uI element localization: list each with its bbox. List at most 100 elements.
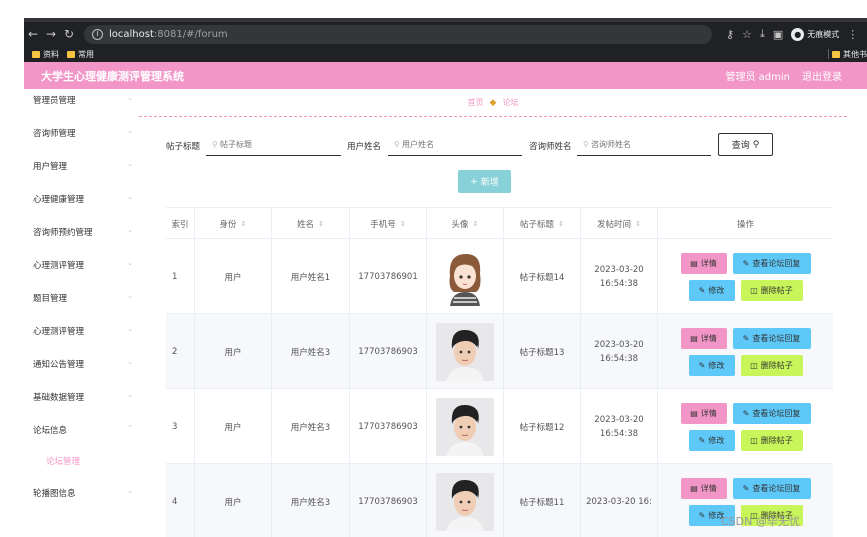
view-replies-button[interactable]: ✎ 查看论坛回复 [732, 477, 811, 499]
breadcrumb-home[interactable]: 首页 [468, 97, 484, 108]
avatar [436, 247, 494, 306]
sidebar-item-assessment[interactable]: 心理测评管理 ⌄ [33, 259, 133, 271]
sidebar-subitem-forum-manage[interactable]: 论坛管理 [46, 455, 80, 467]
reload-icon[interactable]: ↻ [60, 27, 78, 41]
search-form: 帖子标题 ⚲ 用户姓名 ⚲ 咨询师姓名 ⚲ 查询⚲ [166, 132, 846, 158]
browser-chrome: ← → ↻ i localhost:8081/#/forum ⚷ ☆ ⤓ ▣ ●… [24, 18, 867, 62]
column-header-phone[interactable]: 手机号 ⇕ [350, 208, 427, 240]
incognito-badge[interactable]: ● 无痕模式 [791, 27, 839, 41]
sidebar-item-appointment[interactable]: 咨询师预约管理 ⌄ [33, 226, 133, 238]
site-info-icon[interactable]: i [92, 28, 103, 40]
menu-icon[interactable]: ⋮ [847, 28, 858, 41]
sidebar-item-assessment-2[interactable]: 心理测评管理 ⌄ [33, 325, 133, 337]
reply-label: 查看论坛回复 [752, 258, 801, 268]
avatar [436, 472, 494, 531]
view-replies-button[interactable]: ✎ 查看论坛回复 [732, 402, 811, 424]
delete-button[interactable]: ◫ 删除帖子 [740, 354, 803, 376]
view-replies-button[interactable]: ✎ 查看论坛回复 [732, 252, 811, 274]
column-header-title[interactable]: 帖子标题 ⇕ [504, 208, 581, 240]
bookmark-label: 常用 [78, 49, 94, 59]
add-label: 新增 [480, 178, 499, 188]
sidebar-item-user[interactable]: 用户管理 ⌄ [33, 160, 133, 172]
column-header-actions: 操作 [658, 208, 833, 240]
detail-button[interactable]: ▤ 详情 [680, 402, 727, 424]
user-name-input[interactable] [388, 134, 522, 156]
browser-toolbar: ← → ↻ i localhost:8081/#/forum ⚷ ☆ ⤓ ▣ ●… [24, 22, 867, 46]
avatar [436, 322, 494, 381]
edit-button[interactable]: ✎ 修改 [688, 429, 735, 451]
edit-button[interactable]: ✎ 修改 [688, 279, 735, 301]
cell-title: 帖子标题13 [504, 314, 581, 389]
column-header-role[interactable]: 身份 ⇕ [195, 208, 272, 240]
bookmark-folder-2[interactable]: 常用 [67, 49, 94, 60]
cell-name: 用户姓名3 [272, 314, 350, 389]
folder-icon [832, 50, 840, 58]
logout-link[interactable]: 退出登录 [802, 68, 842, 83]
breadcrumb-current: 论坛 [502, 98, 519, 107]
cell-title: 帖子标题12 [504, 389, 581, 464]
edit-label: 修改 [708, 435, 725, 445]
sidebar-item-admin[interactable]: 管理员管理 ⌄ [33, 94, 133, 106]
column-header-time[interactable]: 发帖时间 ⇕ [581, 208, 658, 240]
edit-button[interactable]: ✎ 修改 [688, 354, 735, 376]
folder-icon [67, 50, 75, 58]
star-icon[interactable]: ☆ [742, 28, 752, 41]
sidebar-item-questions[interactable]: 题目管理 ⌄ [33, 292, 133, 304]
delete-button[interactable]: ◫ 删除帖子 [740, 429, 803, 451]
download-icon[interactable]: ⤓ [760, 27, 765, 41]
sidebar-item-health[interactable]: 心理健康管理 ⌄ [33, 193, 133, 205]
delete-button[interactable]: ◫ 删除帖子 [740, 279, 803, 301]
detail-label: 详情 [700, 408, 717, 418]
edit-icon: ✎ [742, 258, 750, 268]
action-line: ✎ 修改 ◫ 删除帖子 [688, 279, 803, 301]
counselor-name-input[interactable] [577, 134, 711, 156]
chevron-down-icon: ⌄ [127, 160, 133, 168]
cell-title: 帖子标题14 [504, 239, 581, 314]
chevron-down-icon: ⌄ [127, 292, 133, 300]
counselor-name-label: 咨询师姓名 [529, 142, 572, 152]
sidebar-item-label: 题目管理 [33, 294, 68, 304]
incognito-icon: ● [791, 27, 805, 41]
bookmark-folder-1[interactable]: 资料 [32, 49, 59, 60]
table-row: 2 用户 用户姓名3 17703786903 帖子标题13 2023-03-20… [166, 314, 833, 389]
sidebar-item-label: 咨询师管理 [33, 129, 76, 139]
detail-button[interactable]: ▤ 详情 [680, 252, 727, 274]
sidepanel-icon[interactable]: ▣ [773, 28, 783, 41]
cell-index: 3 [166, 389, 195, 464]
forward-icon[interactable]: → [42, 27, 60, 41]
title-label: 帖子标题 [166, 142, 201, 152]
key-icon[interactable]: ⚷ [726, 28, 734, 41]
title-input[interactable] [206, 134, 341, 156]
column-label: 姓名 [297, 220, 315, 230]
detail-button[interactable]: ▤ 详情 [680, 327, 727, 349]
reply-label: 查看论坛回复 [752, 483, 801, 493]
view-replies-button[interactable]: ✎ 查看论坛回复 [732, 327, 811, 349]
cell-phone: 17703786901 [350, 239, 427, 314]
chevron-down-icon: ⌄ [127, 391, 133, 399]
cell-name: 用户姓名1 [272, 239, 350, 314]
cell-phone: 17703786903 [350, 464, 427, 537]
chevron-up-icon: ⌃ [127, 424, 133, 432]
cell-actions: ▤ 详情 ✎ 查看论坛回复 ✎ 修改 ◫ 删除帖子 [658, 239, 833, 314]
edit-label: 修改 [708, 285, 725, 295]
sidebar-item-counselor[interactable]: 咨询师管理 ⌄ [33, 127, 133, 139]
cell-avatar [427, 314, 504, 389]
column-header-name[interactable]: 姓名 ⇕ [272, 208, 350, 240]
sidebar-item-carousel[interactable]: 轮播图信息 ⌄ [33, 487, 133, 499]
breadcrumb: 首页 ◆ 论坛 [139, 89, 847, 117]
detail-label: 详情 [700, 258, 717, 268]
column-header-avatar[interactable]: 头像 ⇕ [427, 208, 504, 240]
add-button[interactable]: + 新增 [458, 170, 511, 193]
sidebar-item-notice[interactable]: 通知公告管理 ⌄ [33, 358, 133, 370]
detail-button[interactable]: ▤ 详情 [680, 477, 727, 499]
query-button[interactable]: 查询 ⚲ [718, 133, 773, 156]
sidebar-item-forum[interactable]: 论坛信息 ⌃ [33, 424, 133, 436]
back-icon[interactable]: ← [24, 27, 42, 41]
cell-phone: 17703786903 [350, 314, 427, 389]
cell-role: 用户 [195, 314, 272, 389]
sidebar-item-basic-data[interactable]: 基础数据管理 ⌄ [33, 391, 133, 403]
bookmark-other[interactable]: 其他书 [832, 46, 867, 62]
column-label: 头像 [451, 220, 469, 230]
address-bar[interactable]: i localhost:8081/#/forum [84, 24, 712, 44]
search-icon: ⚲ [752, 139, 760, 150]
